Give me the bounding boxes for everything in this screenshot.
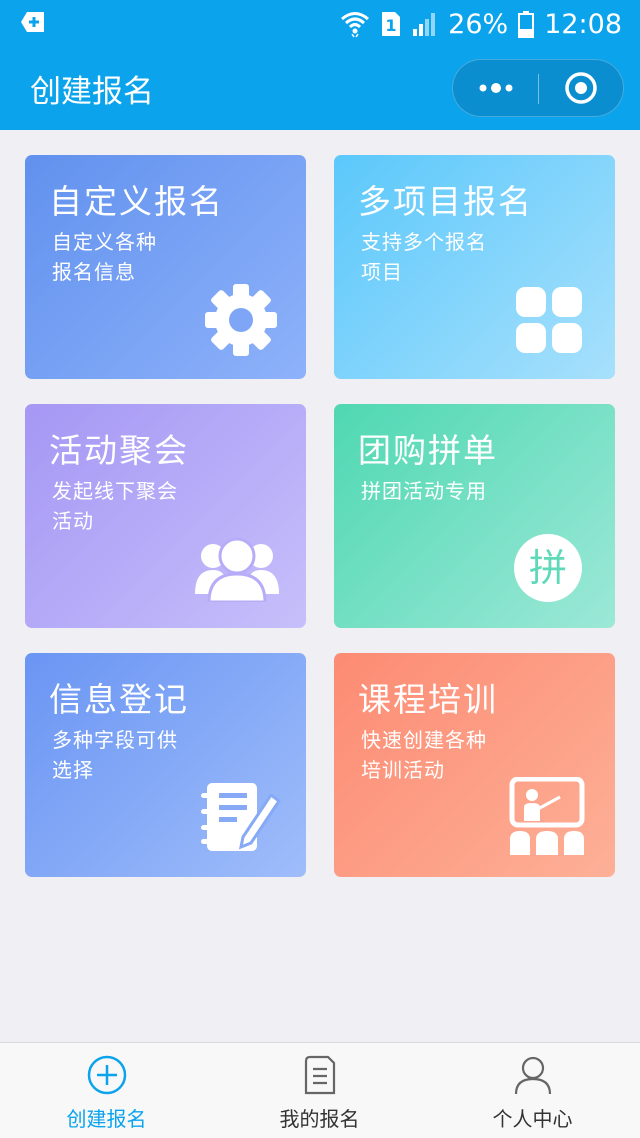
card-desc-line: 培训活动 (361, 758, 445, 782)
app-screen: 1 26% 12:08 创建报名 自定义报名 自定义各种 报名信息 多项目报名 … (0, 0, 640, 1138)
tab-my-signups[interactable]: 我的报名 (213, 1043, 426, 1138)
card-desc-line: 自定义各种 (52, 230, 157, 254)
nav-header: 创建报名 (0, 48, 640, 130)
target-icon (565, 72, 597, 104)
tab-personal-center[interactable]: 个人中心 (426, 1043, 639, 1138)
card-desc-line: 项目 (361, 260, 403, 284)
card-title: 多项目报名 (358, 182, 533, 221)
page-title: 创建报名 (30, 74, 154, 110)
card-title: 活动聚会 (49, 431, 189, 470)
card-title: 信息登记 (49, 680, 189, 719)
tab-label: 个人中心 (492, 1107, 573, 1131)
card-desc: 发起线下聚会 活动 (52, 476, 202, 536)
card-multi-project-signup[interactable]: 多项目报名 支持多个报名 项目 (334, 155, 615, 379)
tab-create-signup[interactable]: 创建报名 (0, 1043, 213, 1138)
notebook-pen-icon (201, 781, 282, 857)
card-desc: 支持多个报名 项目 (361, 227, 511, 287)
card-desc-line: 活动 (52, 509, 94, 533)
tab-label: 我的报名 (279, 1107, 360, 1131)
card-title: 自定义报名 (49, 182, 224, 221)
notification-icon (20, 10, 46, 34)
card-desc-line: 拼团活动专用 (361, 479, 487, 503)
card-desc-line: 快速创建各种 (361, 728, 487, 752)
card-desc: 快速创建各种 培训活动 (361, 725, 511, 785)
tab-label: 创建报名 (66, 1107, 147, 1131)
more-dots-icon (479, 83, 513, 93)
card-desc-line: 多种字段可供 (52, 728, 178, 752)
wifi-icon (340, 10, 370, 38)
battery-percent: 26% (448, 8, 509, 40)
pin-badge-icon: 拼 (514, 534, 582, 602)
sim-icon: 1 (380, 10, 402, 38)
signal-icon (412, 11, 438, 37)
mini-program-capsule (452, 59, 624, 117)
sim-slot-label: 1 (386, 16, 397, 35)
bottom-tab-bar: 创建报名 我的报名 个人中心 (0, 1042, 640, 1138)
status-bar: 1 26% 12:08 (0, 0, 640, 48)
card-desc: 自定义各种 报名信息 (52, 227, 202, 287)
status-time: 12:08 (544, 8, 622, 40)
more-button[interactable] (453, 60, 538, 116)
add-circle-icon (87, 1055, 127, 1095)
battery-icon (518, 10, 535, 38)
card-title: 团购拼单 (358, 431, 498, 470)
card-course-training[interactable]: 课程培训 快速创建各种 培训活动 (334, 653, 615, 877)
group-icon (195, 536, 279, 606)
gear-icon (203, 282, 279, 362)
card-desc-line: 报名信息 (52, 260, 136, 284)
card-activity-gathering[interactable]: 活动聚会 发起线下聚会 活动 (25, 404, 306, 628)
person-icon (513, 1055, 553, 1095)
card-group-buy[interactable]: 团购拼单 拼团活动专用 拼 (334, 404, 615, 628)
card-title: 课程培训 (358, 680, 498, 719)
card-desc: 多种字段可供 选择 (52, 725, 202, 785)
card-info-registration[interactable]: 信息登记 多种字段可供 选择 (25, 653, 306, 877)
classroom-icon (508, 776, 586, 861)
card-desc-line: 支持多个报名 (361, 230, 487, 254)
card-custom-signup[interactable]: 自定义报名 自定义各种 报名信息 (25, 155, 306, 379)
card-desc-line: 选择 (52, 758, 94, 782)
card-desc: 拼团活动专用 (361, 476, 511, 506)
card-desc-line: 发起线下聚会 (52, 479, 178, 503)
close-mini-program-button[interactable] (539, 60, 624, 116)
document-icon (300, 1055, 340, 1095)
grid-icon (514, 285, 584, 359)
